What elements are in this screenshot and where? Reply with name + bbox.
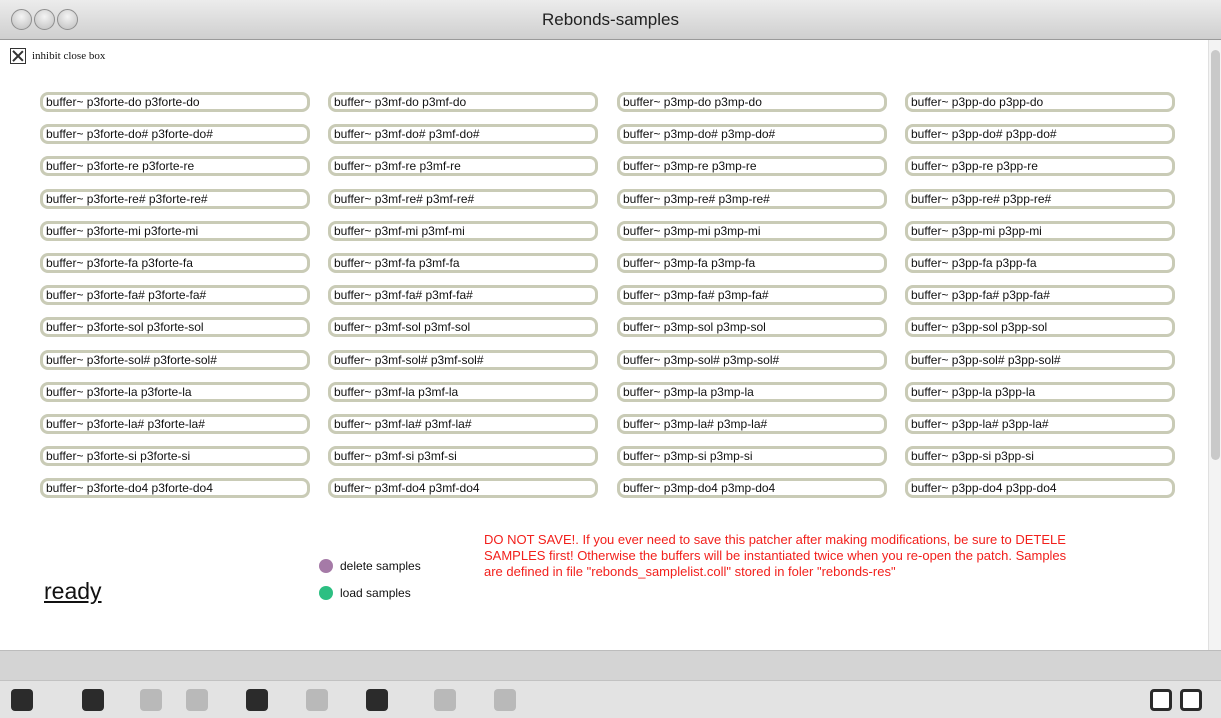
buffer-object[interactable]: buffer~ p3mp-la p3mp-la (617, 382, 887, 402)
buffer-object[interactable]: buffer~ p3mf-la p3mf-la (328, 382, 598, 402)
buffer-object[interactable]: buffer~ p3forte-la p3forte-la (40, 382, 310, 402)
right-pane-icon[interactable] (1180, 689, 1202, 711)
buffer-object[interactable]: buffer~ p3mf-fa# p3mf-fa# (328, 285, 598, 305)
window-title: Rebonds-samples (541, 10, 679, 29)
patch-cord-icon[interactable] (140, 689, 162, 711)
buffer-object[interactable]: buffer~ p3mf-re p3mf-re (328, 156, 598, 176)
buffer-object[interactable]: buffer~ p3mp-do4 p3mp-do4 (617, 478, 887, 498)
load-samples-button[interactable]: load samples (319, 586, 411, 600)
buffer-object[interactable]: buffer~ p3pp-si p3pp-si (905, 446, 1175, 466)
buffer-object[interactable]: buffer~ p3mf-do p3mf-do (328, 92, 598, 112)
buffer-object[interactable]: buffer~ p3mp-mi p3mp-mi (617, 221, 887, 241)
buffer-object[interactable]: buffer~ p3mf-si p3mf-si (328, 446, 598, 466)
status-ready-text: ready (44, 578, 102, 604)
buffer-object[interactable]: buffer~ p3pp-la# p3pp-la# (905, 414, 1175, 434)
debug-icon[interactable] (246, 689, 268, 711)
buffer-object[interactable]: buffer~ p3pp-do# p3pp-do# (905, 124, 1175, 144)
buffer-object[interactable]: buffer~ p3pp-sol# p3pp-sol# (905, 350, 1175, 370)
buffer-object[interactable]: buffer~ p3forte-do# p3forte-do# (40, 124, 310, 144)
buffer-object[interactable]: buffer~ p3mp-do# p3mp-do# (617, 124, 887, 144)
delete-samples-label: delete samples (340, 559, 421, 573)
buffer-object[interactable]: buffer~ p3forte-re p3forte-re (40, 156, 310, 176)
buffer-object[interactable]: buffer~ p3forte-fa# p3forte-fa# (40, 285, 310, 305)
buffer-object[interactable]: buffer~ p3forte-la# p3forte-la# (40, 414, 310, 434)
buffer-object[interactable]: buffer~ p3forte-sol# p3forte-sol# (40, 350, 310, 370)
buffer-object[interactable]: buffer~ p3mf-mi p3mf-mi (328, 221, 598, 241)
buffer-object[interactable]: buffer~ p3mf-re# p3mf-re# (328, 189, 598, 209)
buffer-object[interactable]: buffer~ p3mf-sol# p3mf-sol# (328, 350, 598, 370)
buffer-object[interactable]: buffer~ p3forte-sol p3forte-sol (40, 317, 310, 337)
buffer-object[interactable]: buffer~ p3mp-la# p3mp-la# (617, 414, 887, 434)
buffer-object[interactable]: buffer~ p3forte-re# p3forte-re# (40, 189, 310, 209)
buffer-object[interactable]: buffer~ p3forte-si p3forte-si (40, 446, 310, 466)
buffer-object[interactable]: buffer~ p3mf-do# p3mf-do# (328, 124, 598, 144)
buffer-object[interactable]: buffer~ p3pp-re p3pp-re (905, 156, 1175, 176)
inlet-icon[interactable] (366, 689, 388, 711)
delete-samples-dot[interactable] (319, 559, 333, 573)
vertical-scrollbar[interactable] (1208, 40, 1221, 650)
buffer-object[interactable]: buffer~ p3forte-do4 p3forte-do4 (40, 478, 310, 498)
warning-comment: DO NOT SAVE!. If you ever need to save t… (484, 532, 1067, 579)
buffer-object[interactable]: buffer~ p3pp-fa# p3pp-fa# (905, 285, 1175, 305)
buffer-object[interactable]: buffer~ p3pp-mi p3pp-mi (905, 221, 1175, 241)
buffer-object[interactable]: buffer~ p3pp-fa p3pp-fa (905, 253, 1175, 273)
buffer-object[interactable]: buffer~ p3mp-sol# p3mp-sol# (617, 350, 887, 370)
inhibit-label: inhibit close box (32, 50, 106, 62)
buffer-object[interactable]: buffer~ p3mp-sol p3mp-sol (617, 317, 887, 337)
load-samples-dot[interactable] (319, 586, 333, 600)
buffer-object[interactable]: buffer~ p3forte-fa p3forte-fa (40, 253, 310, 273)
clock-icon[interactable] (494, 689, 516, 711)
buffer-object[interactable]: buffer~ p3pp-sol p3pp-sol (905, 317, 1175, 337)
buffer-object[interactable]: buffer~ p3forte-mi p3forte-mi (40, 221, 310, 241)
buffer-object[interactable]: buffer~ p3pp-la p3pp-la (905, 382, 1175, 402)
buffer-object[interactable]: buffer~ p3mf-do4 p3mf-do4 (328, 478, 598, 498)
buffer-object[interactable]: buffer~ p3mf-fa p3mf-fa (328, 253, 598, 273)
window-titlebar: Rebonds-samples (0, 0, 1221, 40)
buffer-object[interactable]: buffer~ p3pp-do p3pp-do (905, 92, 1175, 112)
lock-icon[interactable] (11, 689, 33, 711)
info-icon[interactable] (306, 689, 328, 711)
buffer-object[interactable]: buffer~ p3mf-la# p3mf-la# (328, 414, 598, 434)
delete-icon[interactable] (186, 689, 208, 711)
scrollbar-thumb[interactable] (1211, 50, 1220, 460)
buffer-object[interactable]: buffer~ p3mp-fa p3mp-fa (617, 253, 887, 273)
delete-samples-button[interactable]: delete samples (319, 559, 421, 573)
inhibit-close-box[interactable]: inhibit close box (10, 47, 105, 65)
buffer-object[interactable]: buffer~ p3mp-re# p3mp-re# (617, 189, 887, 209)
buffer-object[interactable]: buffer~ p3forte-do p3forte-do (40, 92, 310, 112)
bottom-toolbar (0, 680, 1221, 718)
status-strip (0, 650, 1221, 680)
buffer-object[interactable]: buffer~ p3mp-si p3mp-si (617, 446, 887, 466)
buffer-object[interactable]: buffer~ p3mp-fa# p3mp-fa# (617, 285, 887, 305)
buffer-object[interactable]: buffer~ p3mp-do p3mp-do (617, 92, 887, 112)
buffer-object[interactable]: buffer~ p3mf-sol p3mf-sol (328, 317, 598, 337)
load-samples-label: load samples (340, 586, 411, 600)
new-view-icon[interactable] (82, 689, 104, 711)
left-pane-icon[interactable] (1150, 689, 1172, 711)
buffer-object[interactable]: buffer~ p3mp-re p3mp-re (617, 156, 887, 176)
buffer-object[interactable]: buffer~ p3pp-re# p3pp-re# (905, 189, 1175, 209)
grid-icon[interactable] (434, 689, 456, 711)
inhibit-checkbox[interactable] (10, 48, 26, 64)
buffer-object[interactable]: buffer~ p3pp-do4 p3pp-do4 (905, 478, 1175, 498)
